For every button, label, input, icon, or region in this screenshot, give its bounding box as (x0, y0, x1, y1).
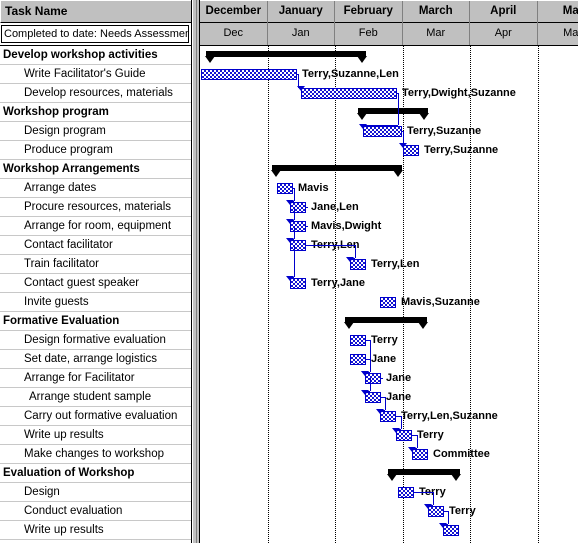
dependency-link-segment (294, 245, 295, 277)
dependency-links-layer (200, 0, 578, 543)
task-row[interactable]: Workshop program (0, 103, 191, 122)
task-name-label: Design (24, 486, 60, 498)
dependency-link-arrow (439, 523, 447, 528)
task-row[interactable]: Procure resources, materials (0, 198, 191, 217)
task-name-label: Contact facilitator (24, 239, 113, 251)
task-row[interactable]: Arrange for Facilitator (0, 369, 191, 388)
task-row[interactable]: Design program (0, 122, 191, 141)
dependency-link-segment (385, 397, 386, 410)
task-name-label: Write Facilitator's Guide (24, 68, 146, 80)
dependency-link-segment (294, 207, 295, 220)
dependency-link-segment (306, 245, 355, 246)
task-name-label: Develop resources, materials (24, 87, 173, 99)
dependency-link-segment (306, 226, 308, 227)
dependency-link-arrow (286, 276, 294, 281)
dependency-link-segment (381, 378, 383, 379)
task-name-label: Design program (24, 125, 106, 137)
dependency-link-arrow (361, 390, 369, 395)
task-row[interactable]: Develop workshop activities (0, 46, 191, 65)
task-name-label: Set date, arrange logistics (24, 353, 157, 365)
task-name-column-header[interactable]: Task Name (0, 0, 191, 23)
dependency-link-arrow (361, 371, 369, 376)
task-row[interactable]: Arrange dates (0, 179, 191, 198)
task-row[interactable]: Carry out formative evaluation (0, 407, 191, 426)
task-name-label: Carry out formative evaluation (24, 410, 178, 422)
dependency-link-segment (355, 245, 356, 258)
dependency-link-segment (370, 359, 371, 372)
dependency-link-segment (294, 226, 295, 239)
dependency-link-segment (401, 416, 402, 429)
task-row[interactable]: Arrange for room, equipment (0, 217, 191, 236)
task-name-label: Design formative evaluation (24, 334, 166, 346)
task-name-label: Evaluation of Workshop (3, 467, 135, 479)
dependency-link-segment (306, 207, 308, 208)
completed-to-date-note: Completed to date: Needs Assessment (1, 25, 189, 43)
task-name-label: Arrange for room, equipment (24, 220, 172, 232)
splitter-line (196, 0, 197, 543)
dependency-link-segment (363, 125, 398, 126)
task-row[interactable]: Conduct evaluation (0, 502, 191, 521)
pane-splitter[interactable] (192, 0, 200, 543)
task-row[interactable]: Workshop Arrangements (0, 160, 191, 179)
task-name-label: Contact guest speaker (24, 277, 140, 289)
task-name-label: Train facilitator (24, 258, 99, 270)
task-row[interactable]: Invite guests (0, 293, 191, 312)
task-name-label: Make changes to workshop (24, 448, 164, 460)
task-row[interactable]: Develop resources, materials (0, 84, 191, 103)
dependency-link-arrow (376, 409, 384, 414)
task-row[interactable]: Arrange student sample (0, 388, 191, 407)
task-table: Task Name Completed to date: Needs Asses… (0, 0, 192, 543)
task-name-label: Arrange dates (24, 182, 97, 194)
task-name-label: Workshop Arrangements (3, 163, 140, 175)
dependency-link-arrow (399, 143, 407, 148)
task-name-label: Formative Evaluation (3, 315, 120, 327)
task-name-label: Invite guests (24, 296, 89, 308)
dependency-link-arrow (408, 447, 416, 452)
task-row[interactable]: Contact facilitator (0, 236, 191, 255)
task-row[interactable]: Write up results (0, 521, 191, 540)
gantt-chart-window: Task Name Completed to date: Needs Asses… (0, 0, 578, 543)
dependency-link-arrow (346, 257, 354, 262)
task-name-label: Workshop program (3, 106, 109, 118)
task-row[interactable]: Design (0, 483, 191, 502)
task-name-label: Arrange student sample (29, 391, 152, 403)
dependency-link-arrow (359, 124, 367, 129)
dependency-link-segment (294, 188, 295, 201)
gantt-pane: December January February March April Ma Dec J… (200, 0, 578, 543)
task-name-label: Develop workshop activities (3, 49, 158, 61)
dependency-link-arrow (286, 219, 294, 224)
task-name-label: Write up results (24, 524, 104, 536)
task-name-label: Produce program (24, 144, 113, 156)
dependency-link-segment (417, 435, 418, 448)
task-row[interactable]: Make changes to workshop (0, 445, 191, 464)
task-row[interactable]: Train facilitator (0, 255, 191, 274)
dependency-link-arrow (297, 86, 305, 91)
dependency-link-segment (448, 511, 449, 524)
task-name-label: Arrange for Facilitator (24, 372, 135, 384)
task-row[interactable]: Design formative evaluation (0, 331, 191, 350)
dependency-link-arrow (286, 238, 294, 243)
task-row[interactable]: Evaluation of Workshop (0, 464, 191, 483)
dependency-link-segment (398, 93, 399, 125)
dependency-link-segment (433, 492, 434, 505)
task-row[interactable]: Formative Evaluation (0, 312, 191, 331)
dependency-link-segment (306, 245, 308, 246)
task-row[interactable]: Produce program (0, 141, 191, 160)
legend-row: Completed to date: Needs Assessment (0, 23, 191, 46)
task-row[interactable]: Set date, arrange logistics (0, 350, 191, 369)
task-row[interactable]: Write Facilitator's Guide (0, 65, 191, 84)
task-name-label: Procure resources, materials (24, 201, 171, 213)
dependency-link-arrow (424, 504, 432, 509)
task-row[interactable]: Contact guest speaker (0, 274, 191, 293)
dependency-link-segment (414, 492, 433, 493)
dependency-link-arrow (392, 428, 400, 433)
dependency-link-segment (370, 378, 371, 391)
dependency-link-arrow (286, 200, 294, 205)
task-name-label: Write up results (24, 429, 104, 441)
task-name-label: Conduct evaluation (24, 505, 123, 517)
task-row[interactable]: Write up results (0, 426, 191, 445)
